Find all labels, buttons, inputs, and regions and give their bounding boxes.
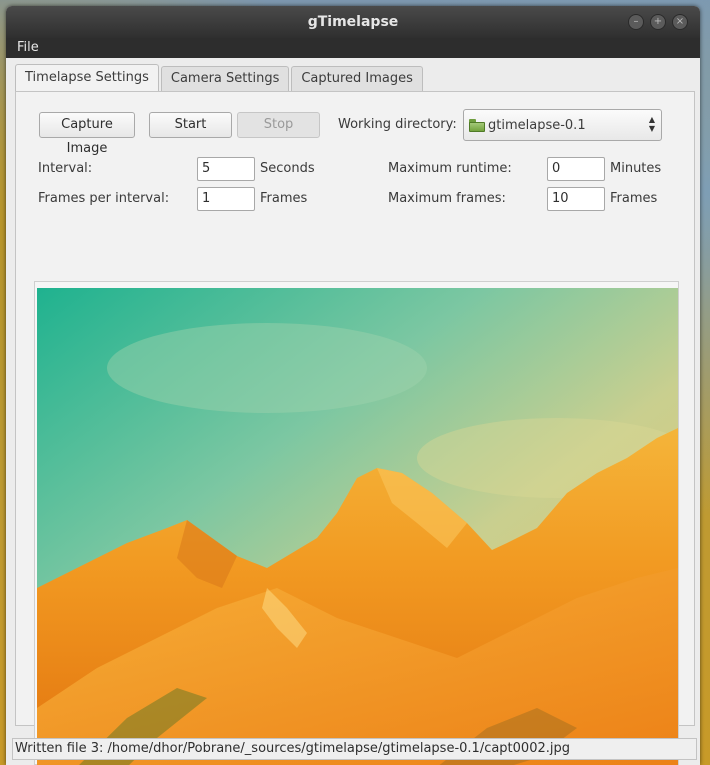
max-runtime-field[interactable]: 0 — [547, 157, 605, 181]
stop-button[interactable]: Stop — [237, 112, 320, 138]
window-controls: – + × — [628, 14, 688, 30]
interval-field[interactable]: 5 — [197, 157, 255, 181]
main-content: Timelapse Settings Camera Settings Captu… — [6, 58, 700, 765]
maximize-icon[interactable]: + — [650, 14, 666, 30]
menu-file[interactable]: File — [16, 38, 40, 58]
timelapse-settings-panel: Capture Image Start Stop Working directo… — [15, 91, 695, 765]
tab-timelapse-settings[interactable]: Timelapse Settings — [15, 64, 159, 92]
max-runtime-label: Maximum runtime: — [388, 161, 512, 176]
max-frames-label: Maximum frames: — [388, 191, 506, 206]
close-icon[interactable]: × — [672, 14, 688, 30]
captured-image-preview — [37, 288, 678, 765]
menu-bar: File — [6, 38, 700, 58]
app-window: gTimelapse – + × File Timelapse Settings… — [6, 6, 700, 765]
working-directory-label: Working directory: — [338, 117, 457, 132]
frames-per-interval-field[interactable]: 1 — [197, 187, 255, 211]
tab-camera-settings[interactable]: Camera Settings — [160, 66, 290, 92]
window-title: gTimelapse — [307, 14, 399, 30]
interval-label: Interval: — [38, 161, 93, 176]
max-frames-field[interactable]: 10 — [547, 187, 605, 211]
tab-captured-images[interactable]: Captured Images — [291, 66, 423, 92]
minimize-icon[interactable]: – — [628, 14, 644, 30]
working-directory-combo[interactable]: gtimelapse-0.1 ▲ ▼ — [463, 109, 662, 141]
title-bar[interactable]: gTimelapse – + × — [6, 6, 700, 38]
folder-icon — [469, 118, 485, 132]
frames-per-interval-label: Frames per interval: — [38, 191, 170, 206]
tab-bar: Timelapse Settings Camera Settings Captu… — [15, 64, 425, 92]
frames-per-interval-unit: Frames — [260, 191, 308, 206]
max-frames-unit: Frames — [610, 191, 658, 206]
capture-image-button[interactable]: Capture Image — [39, 112, 135, 156]
max-runtime-unit: Minutes — [610, 161, 662, 176]
interval-unit: Seconds — [260, 161, 315, 176]
working-directory-value: gtimelapse-0.1 — [488, 117, 586, 133]
start-button[interactable]: Start — [149, 112, 232, 138]
combo-arrows-icon: ▲ ▼ — [648, 115, 655, 133]
status-bar: Written file 3: /home/dhor/Pobrane/_sour… — [12, 738, 697, 760]
